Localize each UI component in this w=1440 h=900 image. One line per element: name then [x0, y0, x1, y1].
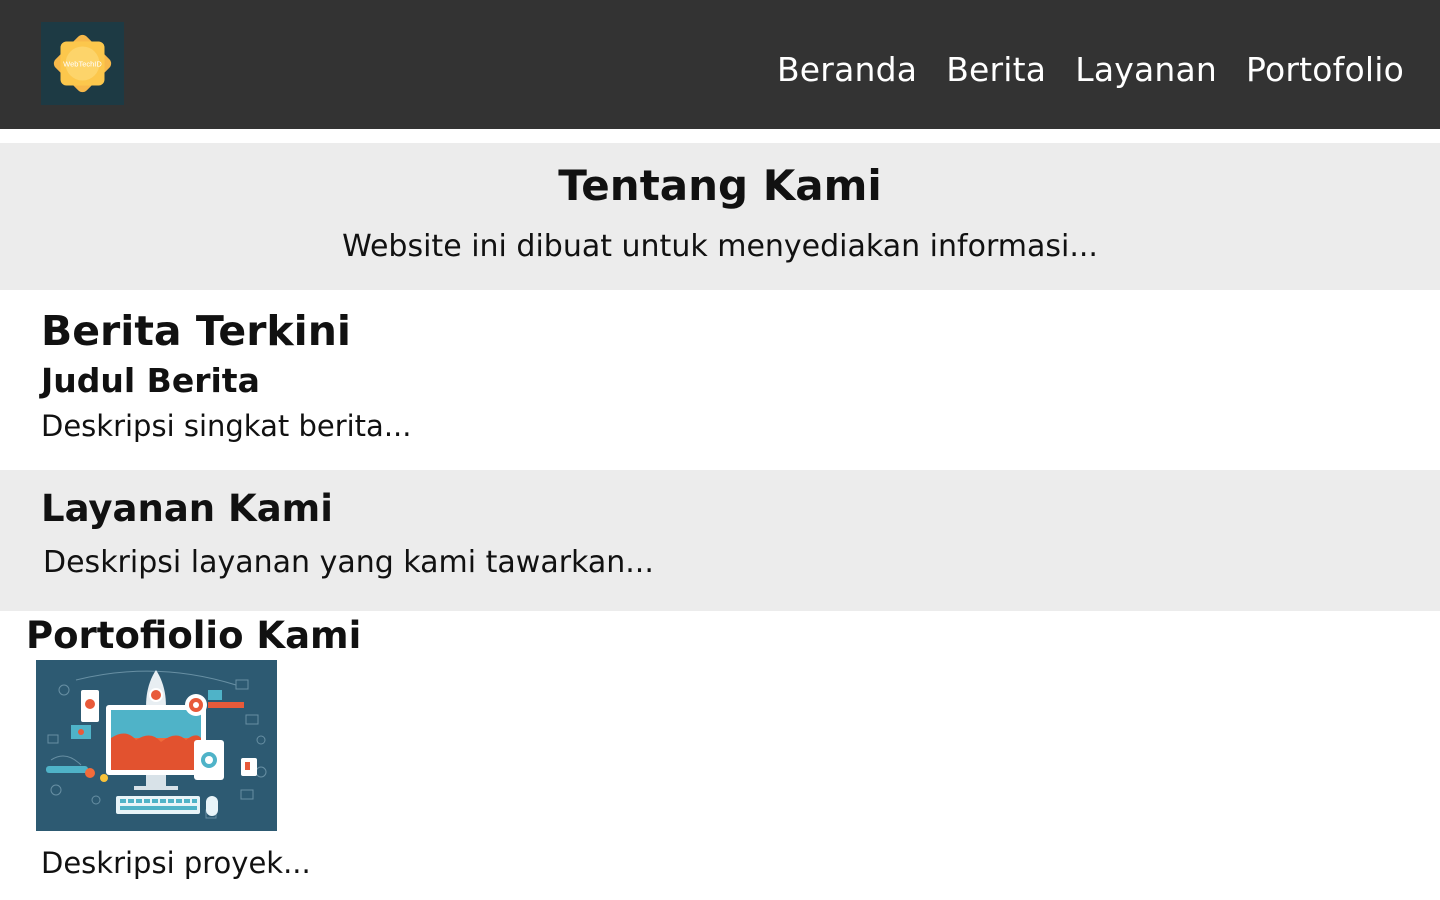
- nav-link-portofolio[interactable]: Portofolio: [1246, 48, 1404, 92]
- logo-badge-icon: WebTechID: [41, 22, 124, 105]
- main-nav: Beranda Berita Layanan Portofolio: [777, 48, 1404, 92]
- tech-illustration-icon: [36, 660, 277, 831]
- nav-link-berita[interactable]: Berita: [946, 48, 1046, 92]
- portfolio-title: Portofiolio Kami: [26, 614, 362, 657]
- news-item-text: Deskripsi singkat berita...: [41, 409, 412, 443]
- site-header: WebTechID Beranda Berita Layanan Portofo…: [0, 0, 1440, 129]
- svg-text:WebTechID: WebTechID: [63, 60, 102, 69]
- news-section: Berita Terkini Judul Berita Deskripsi si…: [0, 290, 1440, 470]
- about-text: Website ini dibuat untuk menyediakan inf…: [342, 229, 1098, 264]
- services-title: Layanan Kami: [41, 487, 333, 530]
- project-image: [36, 660, 277, 831]
- about-title: Tentang Kami: [558, 161, 882, 210]
- project-description: Deskripsi proyek...: [41, 846, 311, 880]
- about-section: Tentang Kami Website ini dibuat untuk me…: [0, 143, 1440, 290]
- news-item-title: Judul Berita: [41, 361, 260, 400]
- portfolio-section: Portofiolio Kami Deskripsi proyek...: [0, 611, 1440, 900]
- services-text: Deskripsi layanan yang kami tawarkan...: [43, 545, 654, 580]
- news-title: Berita Terkini: [41, 307, 351, 355]
- nav-link-beranda[interactable]: Beranda: [777, 48, 917, 92]
- nav-link-layanan[interactable]: Layanan: [1075, 48, 1217, 92]
- site-logo[interactable]: WebTechID: [41, 22, 124, 105]
- services-section: Layanan Kami Deskripsi layanan yang kami…: [0, 470, 1440, 611]
